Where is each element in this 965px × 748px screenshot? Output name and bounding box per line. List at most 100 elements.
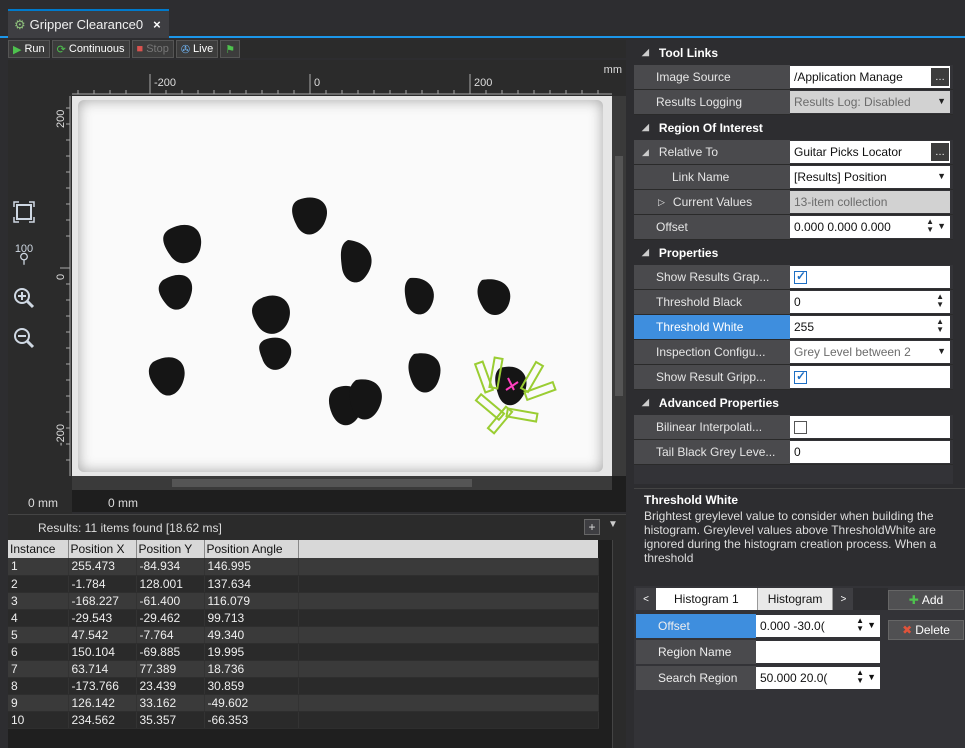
section-advanced-properties[interactable]: ◢ Advanced Properties — [634, 390, 965, 415]
collapse-icon: ◢ — [642, 247, 649, 257]
table-cell: 99.713 — [204, 609, 299, 627]
collapse-icon[interactable]: ◢ — [642, 147, 649, 158]
table-row[interactable]: 7 63.714 77.389 18.736 — [8, 660, 599, 678]
results-logging-select[interactable]: Results Log: Disabled ▼ — [790, 91, 950, 113]
table-row[interactable]: 2 -1.784 128.001 137.634 — [8, 575, 599, 593]
viewer-horizontal-scrollbar[interactable] — [72, 476, 612, 490]
camera-image[interactable] — [72, 96, 612, 476]
fit-to-window-icon[interactable] — [12, 200, 36, 224]
delete-region-button[interactable]: ✖ Delete — [888, 620, 964, 640]
expand-icon[interactable]: ▷ — [658, 197, 665, 208]
table-row[interactable]: 4 -29.543 -29.462 99.713 — [8, 609, 599, 627]
table-row[interactable]: 1 255.473 -84.934 146.995 — [8, 558, 599, 576]
bilinear-interpolation-checkbox[interactable] — [794, 420, 807, 434]
column-header[interactable]: Position Angle — [204, 540, 299, 558]
results-summary: Results: 11 items found [18.62 ms] — [38, 521, 222, 535]
threshold-white-input[interactable]: 255 ▲ ▼ — [790, 316, 950, 338]
table-row[interactable]: 8 -173.766 23.439 30.859 — [8, 677, 599, 695]
property-grid-scrollbar[interactable] — [953, 40, 965, 484]
spinner-icon[interactable]: ▲ ▼ — [856, 669, 864, 685]
relative-to-value[interactable]: Guitar Picks Locator… — [790, 141, 950, 163]
property-label: Results Logging — [634, 90, 790, 114]
viewer-vertical-scrollbar[interactable] — [612, 96, 626, 476]
table-row[interactable]: 10 234.562 35.357 -66.353 — [8, 711, 599, 729]
browse-button[interactable]: … — [931, 143, 949, 161]
tab-title: Gripper Clearance0 — [29, 17, 144, 32]
search-region-input[interactable]: 50.000 20.0(▲ ▼ ▼ — [756, 667, 880, 689]
chevron-right-icon[interactable]: > — [833, 588, 854, 610]
tab-histogram-2[interactable]: Histogram — [757, 588, 834, 610]
run-button[interactable]: ▶ Run — [8, 40, 50, 58]
table-row[interactable]: 6 150.104 -69.885 19.995 — [8, 643, 599, 661]
property-grid: ◢ Tool Links Image Source /Application Ma… — [634, 40, 965, 484]
property-link-name: Link Name [Results] Position ▼ — [634, 165, 965, 190]
zoom-100-icon[interactable]: 100 ⚲ — [12, 242, 36, 266]
image-source-value[interactable]: /Application Manage… — [790, 66, 950, 88]
collapse-icon: ◢ — [642, 122, 649, 132]
browse-button[interactable]: … — [931, 68, 949, 86]
current-values-value: 13-item collection — [790, 191, 950, 213]
spinner-icon[interactable]: ▲ ▼ — [926, 218, 934, 234]
zoom-out-icon[interactable] — [12, 326, 36, 350]
property-label: ▷ Current Values — [634, 190, 790, 214]
chevron-down-icon[interactable]: ▼ — [867, 672, 876, 682]
property-label: Image Source — [634, 65, 790, 89]
spinner-icon[interactable]: ▲ ▼ — [936, 293, 944, 309]
table-cell: 150.104 — [68, 643, 137, 661]
section-properties[interactable]: ◢ Properties — [634, 240, 965, 265]
ruler-vertical: 200 0 -200 — [8, 96, 72, 536]
table-cell: 49.340 — [204, 626, 299, 644]
property-label: Bilinear Interpolati... — [634, 415, 790, 439]
ruler-y-label: 200 — [55, 110, 67, 128]
property-label[interactable]: Threshold White — [634, 315, 790, 339]
chevron-down-icon[interactable]: ▼ — [937, 221, 946, 231]
column-header[interactable]: Instance — [8, 540, 69, 558]
zoom-in-icon[interactable] — [12, 286, 36, 310]
add-region-button[interactable]: ✚ Add — [888, 590, 964, 610]
table-vertical-scrollbar[interactable] — [612, 540, 626, 748]
chevron-down-icon[interactable]: ▼ — [608, 519, 618, 530]
show-results-graphics-checkbox[interactable] — [794, 269, 807, 284]
tail-black-input[interactable]: 0 — [790, 441, 950, 463]
table-row[interactable]: 3 -168.227 -61.400 116.079 — [8, 592, 599, 610]
table-cell: -69.885 — [136, 643, 205, 661]
table-cell: -29.543 — [68, 609, 137, 627]
table-cell: -61.400 — [136, 592, 205, 610]
scroll-thumb[interactable] — [615, 156, 623, 396]
flag-button[interactable]: ⚑ — [220, 40, 241, 58]
section-region-of-interest[interactable]: ◢ Region Of Interest — [634, 115, 965, 140]
region-name-input[interactable] — [756, 641, 880, 663]
continuous-button[interactable]: ⟳ Continuous — [51, 40, 130, 58]
scroll-thumb[interactable] — [172, 479, 472, 487]
show-result-gripper-checkbox[interactable] — [794, 369, 807, 384]
property-label[interactable]: Offset — [636, 614, 756, 638]
region-name-row: Region Name — [636, 640, 880, 664]
table-row[interactable]: 9 126.142 33.162 -49.602 — [8, 694, 599, 712]
chevron-down-icon: ▼ — [937, 96, 946, 106]
chevron-down-icon[interactable]: ▼ — [867, 620, 876, 630]
table-cell-filler — [298, 626, 599, 644]
inspection-config-select[interactable]: Grey Level between 2 ▼ — [790, 341, 950, 363]
live-button[interactable]: ✇ Live — [175, 40, 219, 58]
tab-gripper-clearance[interactable]: ⚙ Gripper Clearance0 × — [8, 9, 169, 38]
threshold-black-input[interactable]: 0 ▲ ▼ — [790, 291, 950, 313]
property-label: Region Name — [636, 640, 756, 664]
section-tool-links[interactable]: ◢ Tool Links — [634, 40, 965, 65]
expand-button[interactable]: + — [584, 519, 600, 535]
region-offset-input[interactable]: 0.000 -30.0(▲ ▼ ▼ — [756, 615, 880, 637]
continuous-icon: ⟳ — [56, 43, 66, 56]
stop-icon: ■ — [136, 43, 144, 55]
tab-histogram-1[interactable]: Histogram 1 — [656, 588, 758, 610]
close-icon[interactable]: × — [153, 17, 161, 32]
table-cell: 33.162 — [136, 694, 205, 712]
link-name-select[interactable]: [Results] Position ▼ — [790, 166, 950, 188]
table-cell: 7 — [8, 660, 69, 678]
column-header[interactable]: Position Y — [136, 540, 205, 558]
stop-button[interactable]: ■ Stop — [131, 40, 174, 58]
column-header[interactable]: Position X — [68, 540, 137, 558]
table-row[interactable]: 5 47.542 -7.764 49.340 — [8, 626, 599, 644]
spinner-icon[interactable]: ▲ ▼ — [936, 318, 944, 334]
spinner-icon[interactable]: ▲ ▼ — [856, 617, 864, 633]
chevron-left-icon[interactable]: < — [636, 588, 656, 610]
offset-input[interactable]: 0.000 0.000 0.000 ▲ ▼ ▼ — [790, 216, 950, 238]
